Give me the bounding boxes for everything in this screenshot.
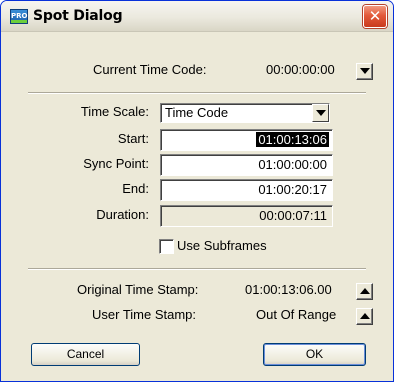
current-time-code-value: 00:00:00:00 [266,62,335,77]
time-scale-dropdown-button[interactable] [312,104,329,122]
spot-dialog-window: PRO Spot Dialog ✕ Current Time Code: 00:… [0,0,394,382]
end-field[interactable]: 01:00:20:17 [160,179,333,201]
window-title: Spot Dialog [33,8,123,24]
ok-button[interactable]: OK [263,343,366,366]
start-field[interactable]: 01:00:13:06 [160,129,333,151]
user-time-stamp-value: Out Of Range [256,307,337,322]
original-time-stamp-value: 01:00:13:06.00 [245,282,332,297]
duration-field: 00:00:07:11 [160,205,333,227]
sync-point-field[interactable]: 01:00:00:00 [160,154,333,176]
title-bar[interactable]: PRO Spot Dialog ✕ [1,1,393,32]
chevron-down-icon [316,110,326,116]
chevron-down-icon [360,68,370,74]
sync-point-value: 01:00:00:00 [258,157,327,172]
user-time-stamp-label: User Time Stamp: [92,307,197,322]
start-label: Start: [117,131,149,146]
original-time-stamp-button[interactable] [356,283,373,300]
current-time-code-menu-button[interactable] [356,63,373,80]
close-button[interactable]: ✕ [363,5,387,28]
pro-tools-app-icon: PRO [10,9,28,24]
use-subframes-label[interactable]: Use Subframes [177,238,267,253]
use-subframes-checkbox[interactable] [159,239,174,254]
app-icon-band [11,20,27,23]
duration-label: Duration: [96,207,149,222]
sync-point-label: Sync Point: [83,156,149,171]
original-time-stamp-label: Original Time Stamp: [77,282,199,297]
chevron-up-icon [360,288,370,294]
app-icon-text: PRO [11,12,28,20]
divider-bottom [28,268,366,270]
time-scale-label: Time Scale: [80,104,149,119]
current-time-code-label: Current Time Code: [93,62,207,77]
divider-top [28,92,366,94]
time-scale-selected-value: Time Code [165,105,229,120]
cancel-button[interactable]: Cancel [31,343,140,366]
duration-value: 00:00:07:11 [259,208,327,223]
chevron-up-icon [360,313,370,319]
end-value: 01:00:20:17 [258,182,327,197]
end-label: End: [122,181,149,196]
user-time-stamp-button[interactable] [356,308,373,325]
time-scale-select[interactable]: Time Code [160,103,330,123]
close-icon: ✕ [368,7,382,25]
start-value: 01:00:13:06 [256,132,329,147]
